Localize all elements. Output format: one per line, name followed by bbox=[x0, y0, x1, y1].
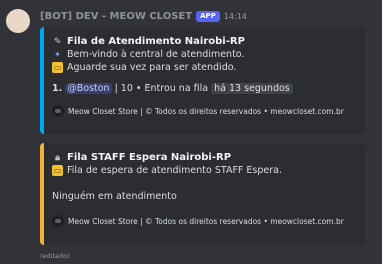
store-logo-icon bbox=[52, 105, 64, 117]
queue-entry: 1. @Boston | 10 • Entrou na fila há 13 s… bbox=[52, 81, 355, 95]
app-badge: APP bbox=[196, 10, 220, 22]
elapsed-timestamp[interactable]: há 13 segundos bbox=[211, 82, 293, 94]
queue-number: 10 bbox=[120, 82, 133, 94]
queue-separator: | bbox=[114, 82, 118, 94]
wait-text: Aguarde sua vez para ser atendido. bbox=[67, 62, 237, 73]
embed-staff-queue: 🔒︎ Fila STAFF Espera Nairobi-RP ▭ Fila d… bbox=[40, 143, 365, 245]
welcome-text: Bem-vindo à central de atendimento. bbox=[67, 49, 245, 60]
welcome-line: ✦ Bem-vindo à central de atendimento. bbox=[52, 48, 355, 61]
footer-text: Meow Closet Store | © Todos os direitos … bbox=[68, 106, 344, 116]
pager-icon: ▭ bbox=[52, 165, 63, 176]
embed-title: 🔒︎ Fila STAFF Espera Nairobi-RP bbox=[52, 151, 355, 164]
empty-queue-line: Ninguém em atendimento bbox=[52, 190, 355, 203]
wait-line: ▭ Aguarde sua vez para ser atendido. bbox=[52, 61, 355, 74]
edited-label: (editado) bbox=[40, 252, 70, 260]
store-logo-icon bbox=[52, 215, 64, 227]
queue-position: 1. bbox=[52, 82, 63, 94]
sparkles-icon: ✦ bbox=[54, 50, 61, 59]
pencil-icon: ✎ bbox=[53, 36, 62, 47]
queue-status: • Entrou na fila bbox=[135, 82, 209, 94]
footer-text: Meow Closet Store | © Todos os direitos … bbox=[68, 216, 344, 226]
author-name[interactable]: [BOT] DEV - MEOW CLOSET bbox=[40, 11, 192, 22]
embed-footer: Meow Closet Store | © Todos os direitos … bbox=[52, 105, 355, 117]
message-header: [BOT] DEV - MEOW CLOSET APP 14:14 bbox=[40, 8, 247, 24]
padlock-icon: 🔒︎ bbox=[55, 152, 60, 163]
staff-wait-line: ▭ Fila de espera de atendimento STAFF Es… bbox=[52, 164, 355, 177]
staff-wait-text: Fila de espera de atendimento STAFF Espe… bbox=[67, 165, 282, 176]
embed-footer: Meow Closet Store | © Todos os direitos … bbox=[52, 215, 355, 227]
embed-title-text: Fila de Atendimento Nairobi-RP bbox=[67, 36, 245, 47]
timestamp[interactable]: 14:14 bbox=[224, 12, 247, 21]
pager-icon: ▭ bbox=[52, 62, 63, 73]
embed-title: ✎ Fila de Atendimento Nairobi-RP bbox=[52, 35, 355, 48]
empty-queue-text: Ninguém em atendimento bbox=[52, 191, 177, 202]
bot-avatar[interactable] bbox=[6, 9, 30, 33]
embed-support-queue: ✎ Fila de Atendimento Nairobi-RP ✦ Bem-v… bbox=[40, 27, 365, 134]
user-mention[interactable]: @Boston bbox=[65, 82, 112, 94]
embed-title-text: Fila STAFF Espera Nairobi-RP bbox=[67, 152, 232, 163]
